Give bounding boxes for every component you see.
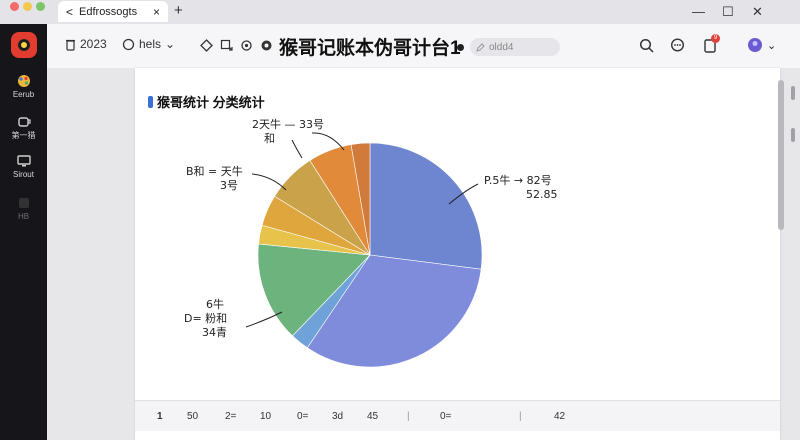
pie-chart — [245, 132, 483, 368]
annotation-top: 2天牛 — 33号 和 — [252, 118, 324, 145]
annotation-right: P.5牛 → 82号 52.85 — [484, 174, 558, 201]
annotation-upper-left: B和 = 天牛 3号 — [186, 165, 243, 192]
bottom-cell[interactable]: 3d — [332, 411, 343, 422]
bottom-cell[interactable]: 45 — [367, 411, 378, 422]
bottom-cell[interactable]: 0= — [297, 411, 308, 422]
bottom-divider: | — [519, 411, 522, 422]
bottom-cell[interactable]: 0= — [440, 411, 451, 422]
bottom-cell[interactable]: 2= — [225, 411, 236, 422]
bottom-bar: 1 50 2= 10 0= 3d 45 | 0= | 42 — [135, 400, 780, 431]
bottom-cell[interactable]: 1 — [157, 411, 163, 422]
arrow-left — [245, 311, 283, 328]
annotation-left: 6牛 D= 粉和 34青 — [184, 298, 228, 339]
bottom-cell[interactable]: 50 — [187, 411, 198, 422]
bottom-divider: | — [407, 411, 410, 422]
bottom-cell[interactable]: 42 — [554, 411, 565, 422]
bottom-cell[interactable]: 10 — [260, 411, 271, 422]
pie-slice-1[interactable] — [369, 142, 483, 270]
